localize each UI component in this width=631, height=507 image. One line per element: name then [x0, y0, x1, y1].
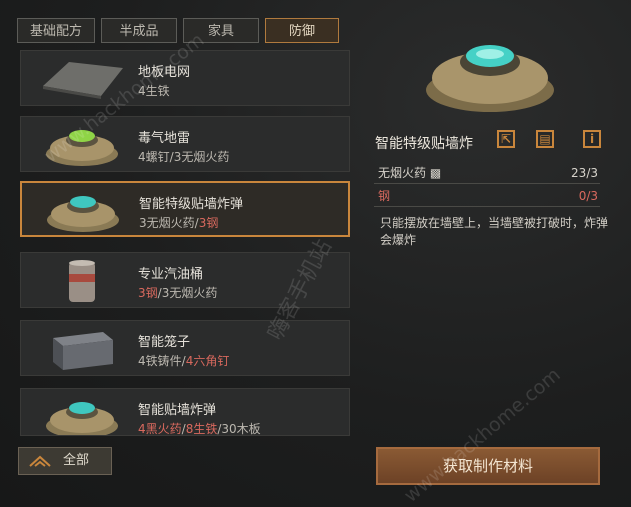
item-requirements: 4螺钉/3无烟火药 [138, 148, 229, 165]
selected-item-preview [426, 45, 554, 112]
item-name: 智能笼子 [138, 335, 191, 350]
item-requirements: 4生铁 [138, 82, 170, 99]
recipe-item-gas-mine[interactable]: 毒气地雷 4螺钉/3无烟火药 [20, 116, 350, 172]
filter-all-button[interactable]: 全部 [18, 447, 112, 475]
requirement-part: 3钢 [198, 216, 219, 230]
tab-defense[interactable]: 防御 [265, 18, 339, 43]
floor-grid-icon [43, 62, 123, 99]
cage-icon [53, 332, 113, 370]
item-name: 智能贴墙炸弹 [138, 403, 217, 418]
recipe-item-smart-premium-wall-bomb[interactable]: 智能特级贴墙炸弹 3无烟火药/3钢 [20, 181, 350, 237]
recipe-item-smart-wall-bomb[interactable]: 智能贴墙炸弹 4黑火药/8生铁/30木板 [20, 388, 350, 436]
tab-basic-recipes[interactable]: 基础配方 [17, 18, 95, 43]
get-materials-button[interactable]: 获取制作材料 [376, 447, 600, 485]
requirement-part: 4黑火药 [138, 422, 182, 436]
wall-bomb-icon [47, 196, 119, 232]
requirement-part: 3无烟火药 [161, 286, 218, 300]
material-name: 钢 [378, 189, 391, 203]
item-description: 只能摆放在墙壁上，当墙壁被打破时，炸弹会爆炸 [380, 216, 609, 247]
recipe-item-floor-grid[interactable]: 地板电网 4生铁 [20, 50, 350, 106]
requirement-part: 3无烟火药 [173, 150, 230, 164]
requirement-part: 8生铁 [185, 422, 218, 436]
item-name: 毒气地雷 [138, 131, 191, 146]
filter-icon [29, 455, 51, 467]
share-icon[interactable]: ⇱ [497, 130, 515, 148]
requirement-part: 4六角钉 [185, 354, 230, 368]
requirement-part: 4螺钉 [138, 150, 170, 164]
requirement-part: 30木板 [221, 422, 261, 436]
storage-icon[interactable]: ▤ [536, 130, 554, 148]
recipe-item-smart-cage[interactable]: 智能笼子 4铁铸件/4六角钉 [20, 320, 350, 376]
material-count: 0/3 [578, 189, 598, 203]
info-icon[interactable]: i [583, 130, 601, 148]
filter-all-label: 全部 [63, 453, 90, 468]
item-requirements: 3钢/3无烟火药 [138, 284, 217, 301]
item-name: 地板电网 [138, 65, 191, 80]
item-requirements: 4黑火药/8生铁/30木板 [138, 420, 261, 436]
requirement-part: 3钢 [138, 286, 158, 300]
material-count: 23/3 [571, 166, 598, 180]
tab-semi-finished[interactable]: 半成品 [101, 18, 177, 43]
requirement-part: 4铁铸件 [138, 354, 182, 368]
wall-bomb-icon [46, 402, 118, 435]
item-name: 专业汽油桶 [138, 267, 204, 282]
material-row: 无烟火药 ▩ 23/3 [374, 163, 600, 184]
requirement-part: 4生铁 [138, 84, 170, 98]
tab-furniture[interactable]: 家具 [183, 18, 259, 43]
requirement-part: 3无烟火药 [139, 216, 195, 230]
detail-title: 智能特级贴墙炸 [375, 136, 473, 152]
item-name: 智能特级贴墙炸弹 [139, 197, 244, 212]
gas-barrel-icon [69, 260, 95, 302]
recipe-item-gas-barrel[interactable]: 专业汽油桶 3钢/3无烟火药 [20, 252, 350, 308]
material-row: 钢 0/3 [374, 186, 600, 207]
material-name: 无烟火药 ▩ [378, 166, 442, 180]
item-requirements: 3无烟火药/3钢 [139, 214, 218, 231]
gas-mine-icon [46, 130, 118, 166]
item-requirements: 4铁铸件/4六角钉 [138, 352, 229, 369]
